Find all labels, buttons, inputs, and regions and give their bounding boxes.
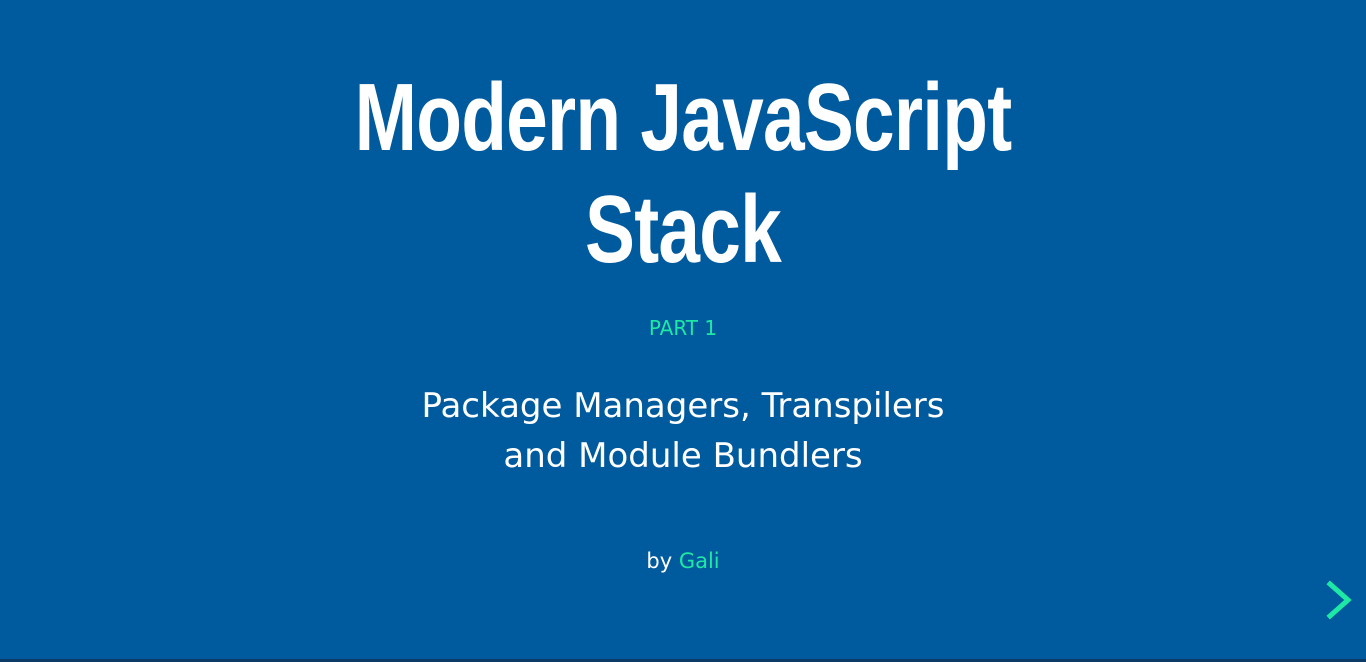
by-label: by: [646, 549, 673, 573]
slide-title: Modern JavaScript Stack: [150, 62, 1215, 286]
subtitle-line-1: Package Managers, Transpilers: [421, 386, 945, 426]
slide-subtitle: Package Managers, Transpilers and Module…: [0, 381, 1366, 481]
subtitle-line-2: and Module Bundlers: [503, 436, 863, 476]
part-label: PART 1: [648, 316, 718, 340]
byline: by Gali: [0, 546, 1366, 576]
chevron-right-icon: [1326, 580, 1352, 620]
title-line-1: Modern JavaScript: [354, 64, 1012, 171]
presentation-slide: Modern JavaScript Stack PART 1 Package M…: [0, 0, 1366, 662]
author-link[interactable]: Gali: [679, 549, 720, 573]
next-slide-button[interactable]: [1322, 578, 1358, 622]
title-line-2: Stack: [585, 176, 782, 283]
